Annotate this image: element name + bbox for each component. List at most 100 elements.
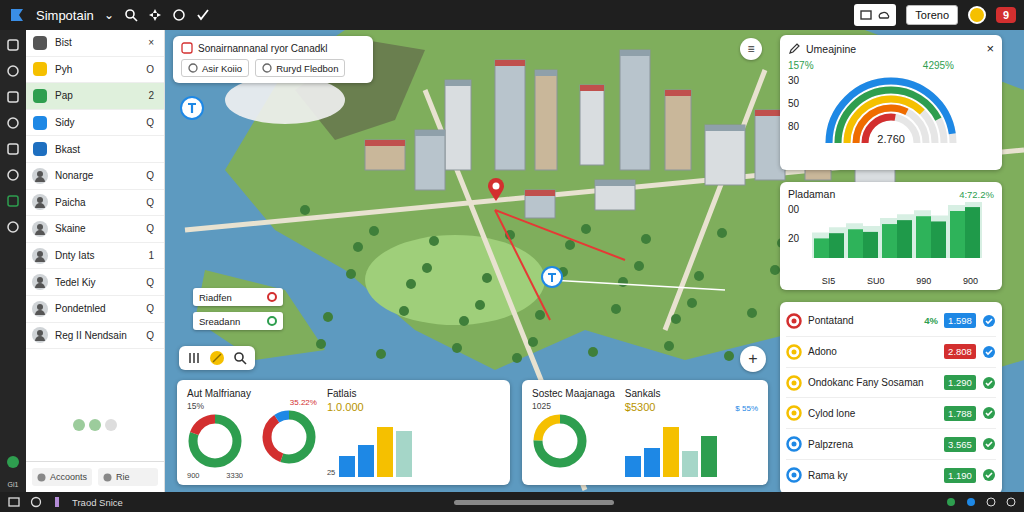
map-filter-button[interactable]: Asir Koiio [181,59,249,77]
legend-item[interactable]: Sreadann [193,312,283,330]
list-row[interactable]: Adono2.808 [786,337,996,368]
settings-icon[interactable] [1006,497,1016,507]
rail-nav-icon[interactable] [6,116,20,130]
list-row[interactable]: Palpzrena3.565 [786,429,996,460]
item-label: Sidy [55,117,139,128]
card-title: Pladaman [788,188,835,200]
chart-title: Sankals [625,388,758,399]
legend-item[interactable]: Riadfen [193,288,283,306]
list-row[interactable]: Ondokanc Fany Sosaman1.290 [786,368,996,399]
tools-icon[interactable] [187,351,201,365]
check-icon [982,376,996,390]
sidebar-item[interactable]: PondetnledQ [26,296,164,323]
gauge-card: Umeajnine×157%4295%3050802.760 [780,35,1002,170]
sidebar-item[interactable]: NonargeQ [26,163,164,190]
layer-icon[interactable] [209,350,225,366]
row-name: Cylod lone [808,408,938,419]
trend-bar [931,221,946,258]
search-icon[interactable] [233,351,247,365]
item-meta: 2 [148,90,154,101]
donut-segment [267,415,311,459]
card-subtitle: 1025 [532,401,551,411]
donut-note: 35.22% [290,398,317,407]
trend-bar [863,232,878,258]
footer-button[interactable]: Accoonts [32,468,92,486]
window-icon[interactable] [8,496,20,508]
pager-dot[interactable] [73,419,85,431]
power-icon[interactable] [30,496,42,508]
sidebar-item[interactable]: Bkast [26,136,164,163]
footer-button[interactable]: Rie [98,468,158,486]
avatar-icon [32,301,48,317]
zoom-in-button[interactable]: + [740,346,766,372]
notification-badge[interactable]: 9 [996,7,1016,23]
summary-card: Aut Malfrianay15%900333035.22%Fatlais1.0… [177,380,510,485]
value-badge: 2.808 [944,344,976,359]
check-icon [982,314,996,328]
rail-nav-icon[interactable] [6,64,20,78]
list-row[interactable]: Rama ky1.190 [786,460,996,490]
online-icon[interactable] [6,455,20,469]
account-button[interactable]: Toreno [906,5,958,25]
map-menu-button[interactable]: ≡ [740,38,762,60]
sidebar-item[interactable]: Pap2 [26,83,164,110]
chart-bar [644,448,660,477]
cloud-icon[interactable] [878,9,890,21]
sidebar-item[interactable]: Dnty Iats1 [26,243,164,270]
sidebar-item[interactable]: Reg II NendsainQ [26,323,164,350]
compass-icon[interactable] [180,96,204,120]
item-meta: Q [146,223,154,234]
trend-change: 4:72.2% [959,189,994,200]
map-legend: Riadfen Sreadann [193,288,283,330]
value-badge: 1.598 [944,313,976,328]
status-label: Traod Snice [72,497,123,508]
map-filter-button[interactable]: Ruryd Fledbon [255,59,345,77]
scrollbar[interactable] [454,500,614,505]
trend-bar [848,229,863,258]
sidebar-item[interactable]: SkaineQ [26,216,164,243]
close-button[interactable]: × [986,41,994,56]
menu-glyph: ≡ [747,42,754,56]
pencil-icon [788,43,800,55]
item-meta: Q [146,197,154,208]
rail-nav-icon[interactable] [6,142,20,156]
button-label: Asir Koiio [202,63,242,74]
trend-labels: SI5SU0990900 [780,276,1002,290]
row-value: 2.808 [948,346,972,357]
pager-dot[interactable] [89,419,101,431]
gauge-value: 2.760 [877,133,905,145]
rail-nav-icon[interactable] [6,194,20,208]
donut-segment [538,419,582,463]
legend-dot [267,316,277,326]
chart-note: $ 55% [735,404,758,413]
move-icon[interactable] [148,8,162,22]
share-icon[interactable] [172,8,186,22]
list-row[interactable]: Pontatand4%1.598 [786,306,996,337]
sidebar-item[interactable]: SidyQ [26,110,164,137]
pager-dot[interactable] [105,419,117,431]
item-icon [32,141,48,157]
tab-icon[interactable] [860,9,872,21]
rail-nav-icon[interactable] [6,90,20,104]
search-icon[interactable] [124,8,138,22]
sidebar-item[interactable]: Tedel KiyQ [26,269,164,296]
row-status-icon [786,467,802,483]
sidebar-item[interactable]: Bist× [26,30,164,57]
ranking-list: Pontatand4%1.598Adono2.808Ondokanc Fany … [780,302,1002,492]
status-icon[interactable] [968,6,986,24]
sidebar-item[interactable]: PaichaQ [26,190,164,217]
signal-pin-icon[interactable] [541,266,563,288]
filter-icon [188,63,198,73]
check-icon[interactable] [196,8,210,22]
item-label: Pyh [55,64,139,75]
chart-bar [701,436,717,477]
rail-nav-icon[interactable] [6,38,20,52]
rail-nav-icon[interactable] [6,168,20,182]
list-row[interactable]: Cylod lone1.788 [786,398,996,429]
sidebar-item[interactable]: PyhO [26,57,164,84]
location-pin-icon[interactable] [487,178,505,202]
check-icon [982,437,996,451]
pin-icon [52,496,62,508]
avatar-icon [32,221,48,237]
rail-nav-icon[interactable] [6,220,20,234]
